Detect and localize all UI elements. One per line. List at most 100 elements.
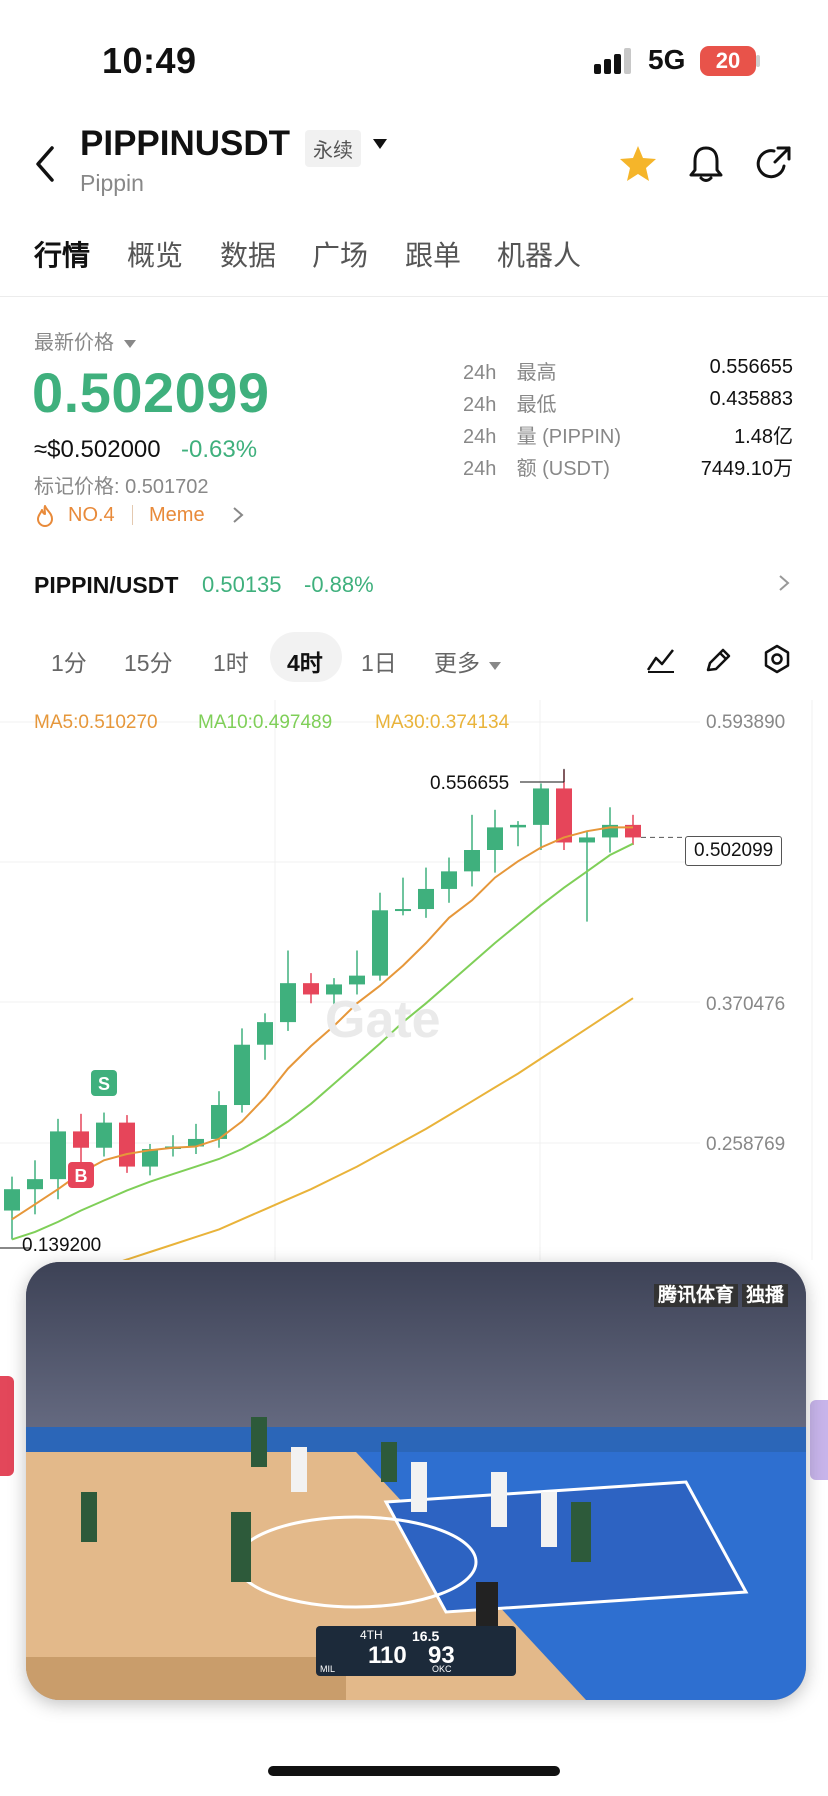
spot-change: -0.88%	[304, 572, 374, 597]
candle-body	[50, 1131, 66, 1180]
high-price-label: 0.556655	[430, 773, 510, 794]
y-tick-label: 0.258769	[706, 1134, 786, 1155]
draw-pen-icon[interactable]	[704, 646, 734, 674]
video-source-name: 腾讯体育	[653, 1284, 738, 1307]
current-price-box: 0.502099	[685, 836, 783, 866]
side-panel-edge	[0, 1376, 14, 1476]
candle-body	[395, 909, 411, 912]
tab-copy-trading[interactable]: 跟单	[405, 234, 461, 274]
scoreboard: 4TH 16.5 110 93 MIL OKC	[316, 1626, 516, 1676]
last-price: 0.502099	[32, 361, 270, 424]
stat-value: 0.556655	[709, 356, 793, 378]
home-indicator[interactable]	[268, 1766, 560, 1776]
candle-body	[96, 1122, 112, 1148]
candle-body	[533, 788, 549, 825]
interval-1h[interactable]: 1时	[213, 644, 249, 678]
interval-more-label: 更多	[434, 650, 480, 676]
video-badge: 独播	[741, 1284, 788, 1307]
stat-row-low: 24h 最低 0.435883	[463, 388, 793, 417]
latest-price-label-text: 最新价格	[34, 332, 114, 354]
back-icon[interactable]	[34, 146, 56, 182]
candle-body	[303, 983, 319, 995]
stat-label: 最高	[516, 362, 557, 384]
stat-prefix: 24h	[463, 362, 497, 384]
ma30-legend: MA30:0.374134	[375, 712, 510, 733]
stat-row-high: 24h 最高 0.556655	[463, 356, 793, 385]
tab-bots[interactable]: 机器人	[497, 234, 581, 274]
y-tick-label: 0.370476	[706, 994, 786, 1015]
watermark-logo: Gate	[325, 991, 441, 1049]
team-home: MIL	[320, 1664, 336, 1674]
usd-price: ≈$0.502000	[34, 436, 161, 463]
chevron-right-icon[interactable]	[778, 574, 790, 592]
candle-body	[418, 888, 434, 910]
tab-square[interactable]: 广场	[312, 234, 368, 274]
buy-marker-label: B	[75, 1166, 88, 1186]
stat-prefix: 24h	[463, 394, 497, 416]
candlestick-chart[interactable]: SB	[0, 700, 828, 1260]
status-time: 10:49	[102, 40, 197, 81]
tab-overview[interactable]: 概览	[127, 234, 183, 274]
candle-body	[441, 871, 457, 889]
settings-icon[interactable]	[762, 644, 792, 674]
mark-price: 标记价格: 0.501702	[34, 476, 209, 498]
stat-prefix: 24h	[463, 426, 497, 448]
stat-value: 7449.10万	[700, 458, 793, 480]
share-icon[interactable]	[754, 144, 794, 184]
spot-pair[interactable]: PIPPIN/USDT	[34, 572, 178, 599]
fire-icon	[37, 505, 53, 527]
candle-body	[27, 1179, 43, 1190]
symbol-dropdown-icon[interactable]	[372, 138, 388, 150]
contract-subtitle: Pippin	[80, 170, 144, 196]
candle-body	[257, 1022, 273, 1045]
candle-body	[556, 788, 572, 843]
candle-body	[349, 975, 365, 985]
contract-type-badge: 永续	[305, 130, 361, 167]
signal-icon	[594, 48, 631, 74]
floating-video-player[interactable]: 腾讯体育 独播 4TH 16.5 110 93 MIL OKC	[26, 1262, 806, 1700]
category-tag[interactable]: Meme	[149, 504, 205, 527]
stat-row-turnover: 24h 额 (USDT) 7449.10万	[463, 452, 793, 481]
candle-body	[119, 1122, 135, 1167]
contract-symbol[interactable]: PIPPINUSDT	[80, 124, 290, 164]
score-quarter: 4TH	[360, 1628, 383, 1642]
indicator-icon[interactable]	[646, 646, 676, 674]
battery-indicator: 20	[700, 46, 756, 76]
low-price-label: 0.139200	[22, 1235, 102, 1256]
price-change: -0.63%	[181, 436, 258, 463]
video-source-label: 腾讯体育 独播	[650, 1280, 788, 1307]
candle-body	[4, 1189, 20, 1211]
tab-data[interactable]: 数据	[220, 234, 276, 274]
interval-4h[interactable]: 4时	[287, 644, 323, 678]
interval-1m[interactable]: 1分	[51, 644, 87, 678]
stat-value: 0.435883	[709, 388, 793, 410]
chevron-down-icon	[489, 662, 502, 670]
stat-label: 量 (PIPPIN)	[516, 426, 622, 448]
candle-body	[280, 983, 296, 1023]
interval-more[interactable]: 更多	[434, 644, 502, 678]
chevron-right-icon[interactable]	[232, 506, 244, 524]
bell-icon[interactable]	[686, 144, 726, 184]
stat-prefix: 24h	[463, 458, 497, 480]
battery-tip	[756, 55, 760, 67]
interval-1d[interactable]: 1日	[361, 644, 397, 678]
stat-label: 额 (USDT)	[516, 458, 610, 480]
score-home: 110	[368, 1642, 407, 1669]
chevron-down-icon	[123, 340, 136, 348]
candle-body	[372, 910, 388, 976]
latest-price-label[interactable]: 最新价格	[34, 326, 136, 355]
spot-price: 0.50135	[202, 572, 282, 597]
candle-body	[510, 824, 526, 828]
ma5-legend: MA5:0.510270	[34, 712, 158, 733]
tab-market[interactable]: 行情	[34, 234, 90, 274]
interval-15m[interactable]: 15分	[124, 644, 173, 678]
stat-label: 最低	[516, 394, 557, 416]
ma10-legend: MA10:0.497489	[198, 712, 333, 733]
candle-body	[73, 1131, 89, 1148]
candle-body	[579, 837, 595, 843]
stat-row-volume: 24h 量 (PIPPIN) 1.48亿	[463, 420, 793, 449]
star-icon[interactable]	[618, 144, 658, 184]
side-panel-edge	[810, 1400, 828, 1480]
rank-badge[interactable]: NO.4	[68, 504, 115, 527]
candle-body	[234, 1044, 250, 1106]
